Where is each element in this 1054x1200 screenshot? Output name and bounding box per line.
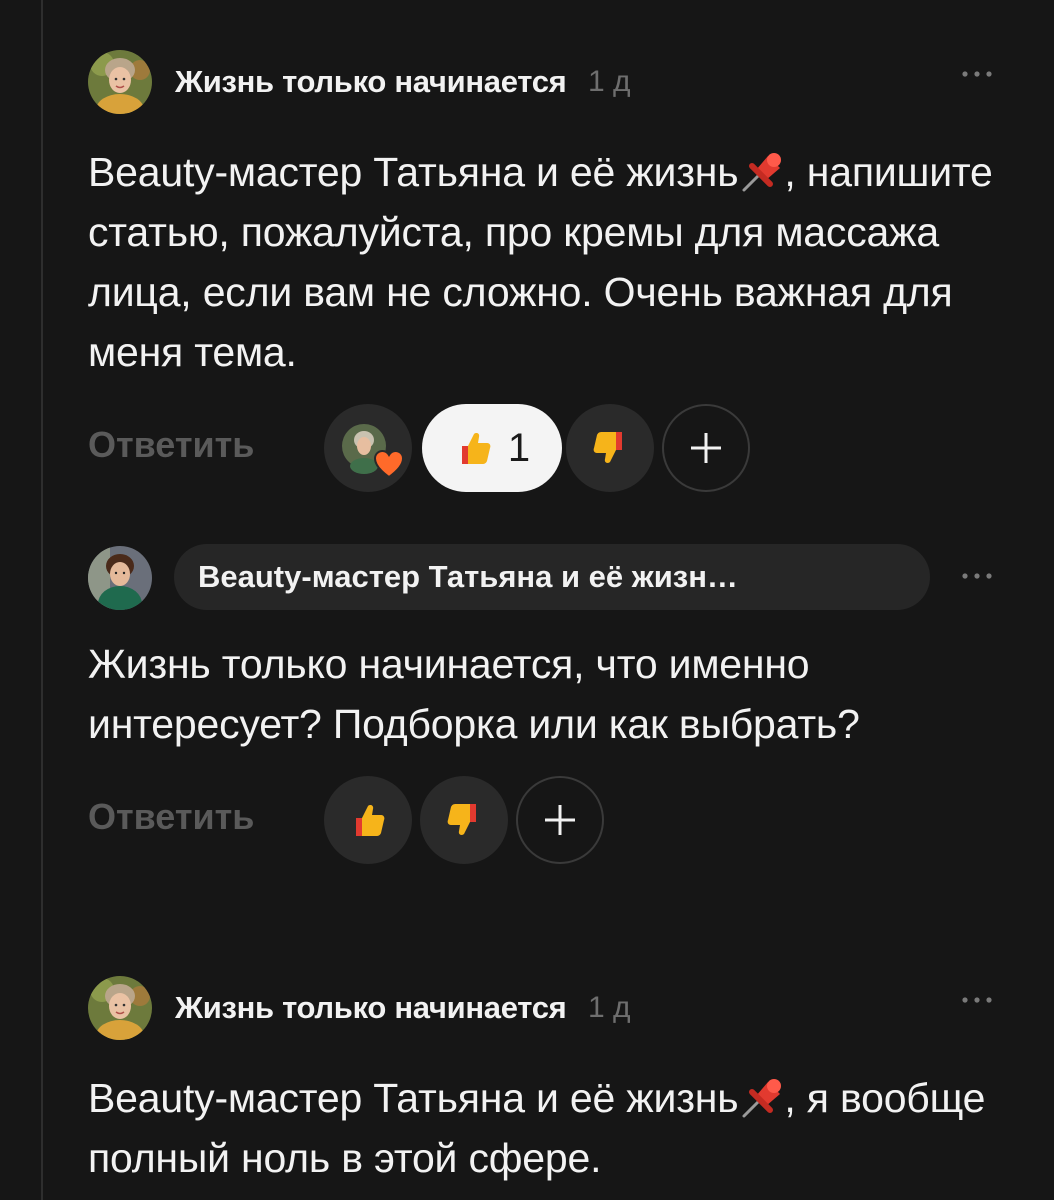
comment-header: Жизнь только начинается 1 д — [88, 50, 1008, 114]
pin-icon — [742, 153, 782, 192]
comment-3: Жизнь только начинается 1 д Beauty-масте… — [88, 976, 1008, 1188]
add-reaction-button[interactable] — [516, 776, 604, 864]
comment-text: Beauty-мастер Татьяна и её жизнь , напиш… — [88, 142, 1008, 382]
more-icon[interactable] — [960, 66, 994, 82]
like-button[interactable] — [324, 776, 412, 864]
comment-1: Жизнь только начинается 1 д Beauty-масте… — [88, 50, 1008, 492]
reply-to-chip[interactable]: Beauty-мастер Татьяна и её жизн… — [174, 544, 930, 610]
comment-time: 1 д — [588, 65, 631, 98]
author-name[interactable]: Жизнь только начинается — [175, 64, 567, 100]
thumbs-down-icon — [447, 804, 476, 835]
thumbs-up-icon — [461, 433, 491, 464]
more-icon[interactable] — [960, 568, 994, 584]
reply-button[interactable]: Ответить — [88, 424, 254, 466]
reply-to-author: Beauty-мастер Татьяна и её жизн… — [198, 559, 738, 594]
avatar[interactable] — [88, 50, 152, 114]
thumbs-down-icon — [593, 432, 622, 463]
comment-header: Beauty-мастер Татьяна и её жизн… — [88, 544, 1008, 610]
comment-time: 1 д — [588, 991, 631, 1024]
more-icon[interactable] — [960, 992, 994, 1008]
avatar[interactable] — [88, 976, 152, 1040]
like-count: 1 — [507, 425, 531, 470]
reactor-avatar — [336, 416, 404, 480]
comment-text: Beauty-мастер Татьяна и её жизнь , я воо… — [88, 1068, 1008, 1188]
plus-icon — [545, 805, 575, 835]
add-reaction-button[interactable] — [662, 404, 750, 492]
pin-icon — [742, 1079, 782, 1118]
avatar[interactable] — [88, 546, 152, 610]
mention[interactable]: Beauty-мастер Татьяна и её жизнь — [88, 149, 739, 195]
plus-icon — [691, 433, 721, 463]
comment-text: Жизнь только начинается, что именно инте… — [88, 641, 860, 747]
thread-line — [41, 0, 43, 1200]
mention[interactable]: Beauty-мастер Татьяна и её жизнь — [88, 1075, 739, 1121]
author-name[interactable]: Жизнь только начинается — [175, 990, 567, 1026]
thumbs-up-icon — [356, 805, 385, 836]
dislike-button[interactable] — [566, 404, 654, 492]
like-button[interactable]: 1 — [422, 404, 562, 492]
comment-header: Жизнь только начинается 1 д — [88, 976, 1008, 1040]
reply-button[interactable]: Ответить — [88, 796, 254, 838]
comment-2: Beauty-мастер Татьяна и её жизн… Жизнь т… — [88, 544, 1008, 864]
comment-actions: Ответить 1 — [88, 404, 1008, 492]
comment-actions: Ответить — [88, 776, 1008, 864]
heart-icon — [374, 450, 404, 478]
dislike-button[interactable] — [420, 776, 508, 864]
reactors-button[interactable] — [324, 404, 412, 492]
